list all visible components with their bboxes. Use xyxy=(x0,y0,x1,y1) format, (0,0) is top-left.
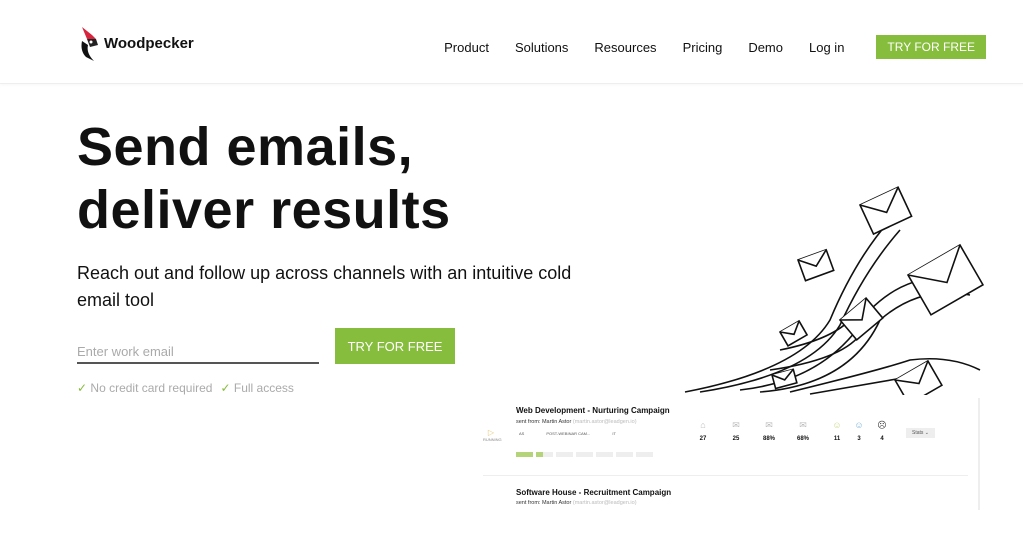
sender-email: (martin.astor@leadgen.io) xyxy=(572,500,637,506)
replied-icon: ✉ xyxy=(799,420,807,430)
stat-value: 11 xyxy=(833,436,841,442)
opened-icon: ✉ xyxy=(765,420,773,430)
sender: sent from: Martin Astor xyxy=(516,500,572,506)
woodpecker-logo-icon xyxy=(81,27,98,61)
tag: IT xyxy=(612,431,616,436)
negative-icon: ☹ xyxy=(877,420,887,430)
stat-value: 27 xyxy=(699,436,707,442)
nav-pricing[interactable]: Pricing xyxy=(683,40,723,55)
logo[interactable]: Woodpecker xyxy=(78,25,194,61)
status-running: ▷ RUNNING xyxy=(483,428,502,442)
sender-email: (martin.astor@leadgen.io) xyxy=(572,419,637,425)
top-nav: Woodpecker Product Solutions Resources P… xyxy=(0,0,1023,84)
check-label: Full access xyxy=(233,381,294,395)
positive-icon: ☺ xyxy=(832,420,842,430)
prospects-icon: ⌂ xyxy=(700,420,706,430)
envelopes-illustration xyxy=(684,186,985,395)
stat-value: 4 xyxy=(880,436,884,442)
tag: AS xyxy=(519,431,525,436)
stat-value: 68% xyxy=(796,436,809,442)
title-line-1: Send emails, xyxy=(77,117,414,177)
stats-label: Stats xyxy=(912,430,924,436)
campaign-row[interactable]: Software House - Recruitment Campaign se… xyxy=(483,488,968,510)
status-label: RUNNING xyxy=(483,437,502,442)
nav-product[interactable]: Product xyxy=(444,40,489,55)
stat-value: 25 xyxy=(732,436,740,442)
play-icon: ▷ xyxy=(487,428,495,437)
nav-try-free-button[interactable]: TRY FOR FREE xyxy=(876,35,986,59)
stats-dropdown[interactable]: Stats ⌄ xyxy=(906,428,935,438)
brand-name: Woodpecker xyxy=(104,34,194,52)
check-icon: ✓ xyxy=(220,381,231,395)
main-nav: Product Solutions Resources Pricing Demo… xyxy=(444,35,986,59)
sent-icon: ✉ xyxy=(732,420,740,430)
campaign-title[interactable]: Software House - Recruitment Campaign xyxy=(516,488,671,497)
nav-solutions[interactable]: Solutions xyxy=(515,40,568,55)
progress-steps xyxy=(516,452,653,457)
check-item: ✓ Full access xyxy=(220,381,293,395)
hero-title: Send emails, deliver results xyxy=(77,116,451,242)
hero-checks: ✓ No credit card required ✓ Full access xyxy=(77,381,294,395)
check-icon: ✓ xyxy=(77,381,88,395)
work-email-input[interactable] xyxy=(77,340,319,364)
sender: sent from: Martin Astor xyxy=(516,419,572,425)
hero-subtitle: Reach out and follow up across channels … xyxy=(77,263,572,310)
campaign-dashboard: ▷ RUNNING Web Development - Nurturing Cam… xyxy=(483,398,980,510)
sent-from: sent from: Martin Astor (martin.astor@le… xyxy=(516,419,637,425)
title-line-2: deliver results xyxy=(77,180,451,240)
nav-resources[interactable]: Resources xyxy=(594,40,656,55)
try-for-free-button[interactable]: TRY FOR FREE xyxy=(335,328,455,364)
tag: POST-WEBINAR CAM... xyxy=(546,431,591,436)
campaign-title[interactable]: Web Development - Nurturing Campaign xyxy=(516,406,670,415)
stat-value: 3 xyxy=(857,436,861,442)
campaign-row[interactable]: ▷ RUNNING Web Development - Nurturing Cam… xyxy=(483,406,968,476)
check-item: ✓ No credit card required xyxy=(77,381,212,395)
sent-from: sent from: Martin Astor (martin.astor@le… xyxy=(516,500,637,506)
stat-value: 88% xyxy=(762,436,775,442)
neutral-icon: ☺ xyxy=(854,420,864,430)
nav-login[interactable]: Log in xyxy=(809,40,844,55)
tags: AS POST-WEBINAR CAM... IT xyxy=(519,431,616,436)
check-label: No credit card required xyxy=(90,381,213,395)
nav-demo[interactable]: Demo xyxy=(748,40,783,55)
